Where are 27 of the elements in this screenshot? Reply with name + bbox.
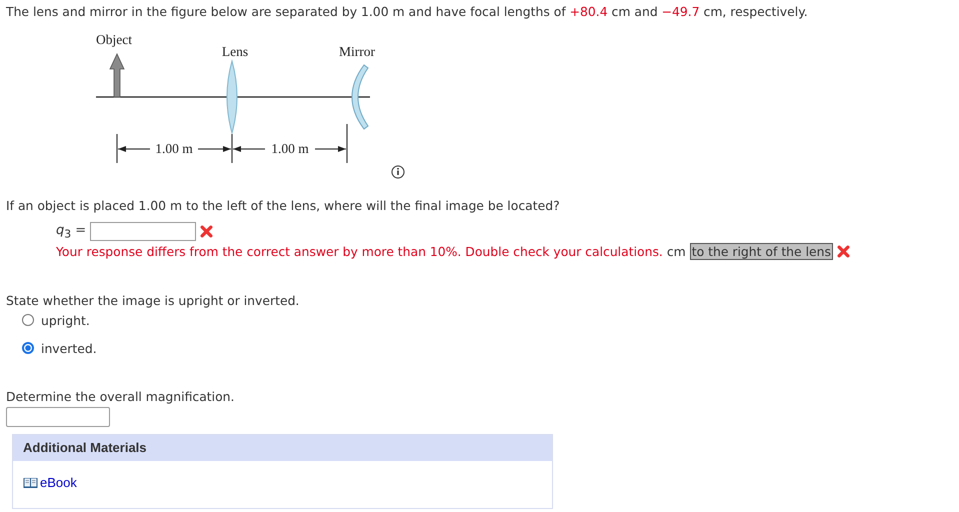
option-label: inverted. [41,340,97,356]
mirror-drawing [352,64,368,130]
tick-line [116,134,118,164]
info-icon[interactable] [392,166,404,178]
distance-label: 1.00 m [271,141,309,156]
panel-title: Additional Materials [23,440,147,455]
tick-line [346,124,348,164]
ebook-link[interactable]: eBook [23,475,77,490]
mirror-label: Mirror [339,44,375,59]
option-label: upright. [41,312,90,328]
object-label: Object [96,32,132,47]
position-dropdown[interactable]: to the right of the lens [690,243,833,260]
radio-button[interactable] [22,342,34,354]
question-text: Determine the overall magnification. [6,389,236,404]
question-text: State whether the image is upright or inverted. [6,293,300,308]
answer-field[interactable] [90,222,196,241]
variable-label: q$_{3}$ = [56,222,86,240]
radio-button[interactable] [22,314,34,326]
distance-label: 1.00 m [155,141,193,156]
feedback-message: Your response differs from the correct answer by more than 10%. Double check your calculations. [56,244,663,259]
problem-statement: The lens and mirror in the figure below are separated by 1.00 m and have focal lengths of +80.4 cm and −49.7 cm, respectively. [6,3,809,19]
object-arrow [109,53,125,98]
book-icon [23,476,38,488]
unit-label: cm [666,244,686,259]
answer-field[interactable] [6,407,110,427]
lens-label: Lens [222,44,248,59]
question-text: If an object is placed 1.00 m to the left of the lens, where will the final image be located? [6,198,561,213]
